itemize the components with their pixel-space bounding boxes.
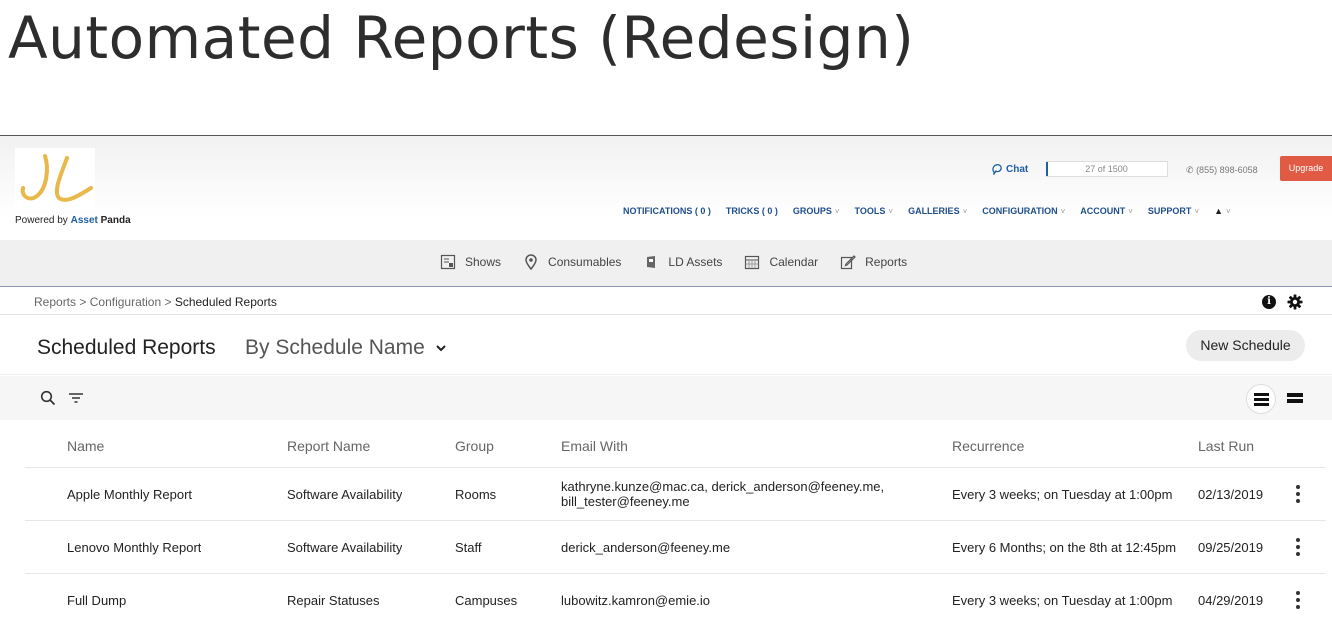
table-row[interactable]: Apple Monthly Report Software Availabili… xyxy=(25,468,1326,521)
usage-text: 27 of 1500 xyxy=(1085,164,1128,174)
cell-last-run: 09/25/2019 xyxy=(1198,540,1264,555)
chevron-down-icon: ˅ xyxy=(1226,206,1231,216)
cell-email: lubowitz.kamron@emie.io xyxy=(561,593,711,608)
list-view-icon xyxy=(1254,393,1269,406)
user-icon: ▲ xyxy=(1214,206,1224,216)
user-menu[interactable]: ▲ ˅ xyxy=(1214,206,1231,216)
row-menu-icon[interactable] xyxy=(1295,485,1301,503)
table-row[interactable]: Lenovo Monthly Report Software Availabil… xyxy=(25,521,1326,574)
map-pin-icon xyxy=(525,254,537,270)
nav-item-0[interactable]: NOTIFICATIONS ( 0 ) xyxy=(623,206,711,216)
column-header-last-run[interactable]: Last Run xyxy=(1198,438,1254,454)
main-nav: NOTIFICATIONS ( 0 ) TRICKS ( 0 ) GROUPS ˅ TO… xyxy=(623,206,1246,216)
sort-dropdown[interactable]: By Schedule Name xyxy=(245,336,447,360)
cell-name: Full Dump xyxy=(67,593,127,608)
phone-icon: ✆ xyxy=(1186,165,1194,175)
column-header-report[interactable]: Report Name xyxy=(287,438,370,454)
module-ld-assets[interactable]: LD Assets xyxy=(643,254,722,270)
search-icon[interactable] xyxy=(40,390,56,406)
usage-meter: 27 of 1500 xyxy=(1046,161,1168,177)
chevron-down-icon: ˅ xyxy=(1060,206,1066,216)
chevron-down-icon: ˅ xyxy=(834,206,840,216)
cell-report: Repair Statuses xyxy=(287,593,380,608)
chat-link[interactable]: Chat xyxy=(991,163,1028,175)
breadcrumb: Reports > Configuration > Scheduled Repo… xyxy=(34,295,277,309)
scheduled-reports-table: Name Report Name Group Email With Recurr… xyxy=(25,421,1326,622)
chevron-down-icon: ˅ xyxy=(1128,206,1133,216)
company-logo[interactable] xyxy=(15,148,95,210)
jl-logo-icon xyxy=(20,154,93,202)
list-view-button[interactable] xyxy=(1246,384,1276,414)
cell-group: Campuses xyxy=(455,593,518,608)
gear-icon[interactable] xyxy=(1287,294,1303,310)
breadcrumb-configuration[interactable]: Configuration xyxy=(90,295,161,309)
support-phone[interactable]: ✆ (855) 898-6058 xyxy=(1186,165,1258,176)
chevron-down-icon: ˅ xyxy=(888,206,894,216)
column-header-recurrence[interactable]: Recurrence xyxy=(952,438,1200,454)
cell-report: Software Availability xyxy=(287,487,403,502)
chevron-down-icon: ˅ xyxy=(962,206,968,216)
column-header-email[interactable]: Email With xyxy=(561,438,628,454)
module-shows[interactable]: Shows xyxy=(440,254,501,270)
cell-group: Staff xyxy=(455,540,482,555)
module-calendar[interactable]: Calendar xyxy=(744,254,818,270)
column-header-name[interactable]: Name xyxy=(67,438,104,454)
reports-header: Scheduled Reports By Schedule Name New S… xyxy=(0,316,1332,375)
chevron-down-icon: ˅ xyxy=(1194,206,1200,216)
cell-report: Software Availability xyxy=(287,540,403,555)
cell-name: Apple Monthly Report xyxy=(67,487,193,502)
reports-edit-icon xyxy=(841,255,856,270)
table-toolbar xyxy=(0,376,1332,420)
breadcrumb-reports[interactable]: Reports xyxy=(34,295,76,309)
app-window: Powered by Asset Panda Chat 27 of 1500 ✆… xyxy=(0,135,1332,622)
cell-recurrence: Every 3 weeks; on Tuesday at 1:00pm xyxy=(952,593,1173,608)
top-bar: Powered by Asset Panda Chat 27 of 1500 ✆… xyxy=(0,136,1332,240)
column-header-group[interactable]: Group xyxy=(455,438,494,454)
shows-icon xyxy=(440,254,456,270)
cell-recurrence: Every 3 weeks; on Tuesday at 1:00pm xyxy=(952,487,1173,502)
cell-last-run: 04/29/2019 xyxy=(1198,593,1264,608)
nav-item-4[interactable]: GALLERIES ˅ xyxy=(908,206,967,216)
chevron-down-icon xyxy=(436,345,446,352)
upgrade-button[interactable]: Upgrade xyxy=(1280,156,1332,181)
calendar-icon xyxy=(745,255,760,270)
cell-email: derick_anderson@feeney.me xyxy=(561,540,731,555)
nav-item-2[interactable]: GROUPS ˅ xyxy=(793,206,840,216)
filter-icon[interactable] xyxy=(68,391,84,405)
powered-by-label: Powered by Asset Panda xyxy=(15,215,131,226)
module-bar: Shows Consumables LD Assets Calendar Rep… xyxy=(0,240,1332,287)
page-title: Automated Reports (Redesign) xyxy=(8,4,915,72)
breadcrumb-current: Scheduled Reports xyxy=(174,295,277,309)
nav-item-7[interactable]: SUPPORT ˅ xyxy=(1148,206,1199,216)
chat-icon xyxy=(992,164,1002,175)
row-menu-icon[interactable] xyxy=(1295,591,1301,609)
nav-item-5[interactable]: CONFIGURATION ˅ xyxy=(982,206,1065,216)
module-reports[interactable]: Reports xyxy=(840,254,907,270)
row-menu-icon[interactable] xyxy=(1295,538,1301,556)
nav-item-6[interactable]: ACCOUNT ˅ xyxy=(1080,206,1133,216)
cell-last-run: 02/13/2019 xyxy=(1198,487,1264,502)
cell-recurrence: Every 6 Months; on the 8th at 12:45pm xyxy=(952,540,1177,555)
table-row[interactable]: Full Dump Repair Statuses Campuses lubow… xyxy=(25,574,1326,622)
nav-item-1[interactable]: TRICKS ( 0 ) xyxy=(726,206,778,216)
new-schedule-button[interactable]: New Schedule xyxy=(1186,330,1305,361)
cell-email: kathryne.kunze@mac.ca, derick_anderson@f… xyxy=(561,479,885,509)
breadcrumb-bar: Reports > Configuration > Scheduled Repo… xyxy=(0,288,1332,315)
table-header: Name Report Name Group Email With Recurr… xyxy=(25,421,1326,468)
ld-assets-icon xyxy=(647,256,656,268)
cell-group: Rooms xyxy=(455,487,497,502)
section-title: Scheduled Reports xyxy=(37,336,216,359)
cell-name: Lenovo Monthly Report xyxy=(67,540,202,555)
info-icon[interactable]: i xyxy=(1262,295,1276,309)
nav-item-3[interactable]: TOOLS ˅ xyxy=(855,206,894,216)
compact-view-icon[interactable] xyxy=(1287,392,1303,404)
module-consumables[interactable]: Consumables xyxy=(523,254,621,270)
